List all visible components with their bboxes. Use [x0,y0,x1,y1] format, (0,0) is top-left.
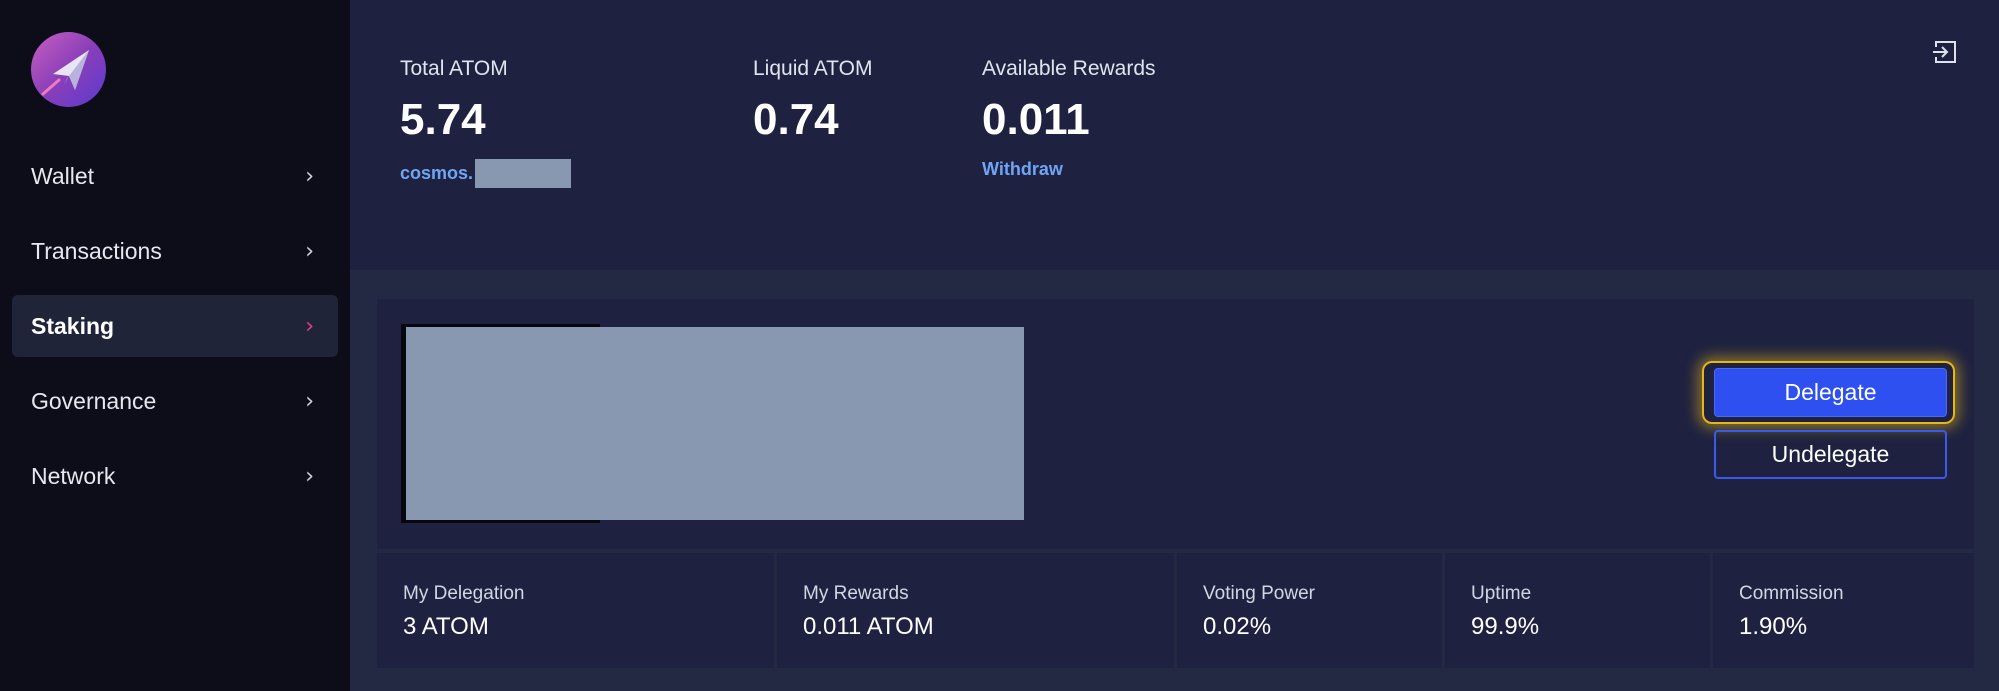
stat-title: My Rewards [803,583,909,604]
stat-card-voting-power: Voting Power 0.02% [1177,553,1442,668]
stat-card-uptime: Uptime 99.9% [1445,553,1710,668]
liquid-atom-stat: Liquid ATOM 0.74 [753,57,872,145]
sidebar: Wallet › Transactions › Staking › Govern… [0,0,350,691]
stat-card-my-rewards: My Rewards 0.011 ATOM [777,553,1174,668]
total-atom-value: 5.74 [400,95,486,144]
stat-title: Commission [1739,583,1844,604]
wallet-address[interactable]: cosmos. [400,159,572,188]
total-atom-title: Total ATOM [400,57,508,80]
undelegate-button[interactable]: Undelegate [1714,430,1947,479]
balance-summary: Total ATOM 5.74 cosmos. Liquid ATOM 0.74… [350,0,1999,270]
stat-card-commission: Commission 1.90% [1713,553,1974,668]
stat-value: 0.02% [1203,613,1272,640]
chevron-right-icon: › [305,313,314,339]
address-prefix: cosmos. [400,163,474,183]
available-rewards-title: Available Rewards [982,57,1156,80]
withdraw-link[interactable]: Withdraw [982,159,1156,180]
redacted-validator-info [406,327,1024,520]
stat-value: 1.90% [1739,613,1808,640]
sidebar-item-label: Wallet [31,162,95,189]
chevron-right-icon: › [305,463,314,489]
sidebar-item-governance[interactable]: Governance › [12,370,338,432]
sidebar-item-wallet[interactable]: Wallet › [12,145,338,207]
stat-card-my-delegation: My Delegation 3 ATOM [377,553,774,668]
stat-value: 99.9% [1471,613,1540,640]
sidebar-item-transactions[interactable]: Transactions › [12,220,338,282]
sidebar-item-label: Network [31,462,116,489]
app-logo-icon[interactable] [31,32,106,107]
sidebar-nav: Wallet › Transactions › Staking › Govern… [12,145,338,520]
stat-value: 0.011 ATOM [803,613,934,640]
available-rewards-value: 0.011 [982,95,1090,144]
stat-title: My Delegation [403,583,525,604]
sidebar-item-label: Staking [31,312,115,339]
chevron-right-icon: › [305,163,314,189]
liquid-atom-title: Liquid ATOM [753,57,873,80]
stat-title: Voting Power [1203,583,1315,604]
available-rewards-stat: Available Rewards 0.011 Withdraw [982,57,1156,180]
delegate-button[interactable]: Delegate [1714,368,1947,417]
liquid-atom-value: 0.74 [753,95,839,144]
total-atom-stat: Total ATOM 5.74 cosmos. [400,57,572,188]
redacted-address [475,159,572,188]
sign-out-icon[interactable] [1931,38,1959,66]
validator-panel: Delegate Undelegate [377,299,1974,549]
sidebar-item-label: Transactions [31,237,162,264]
sidebar-item-network[interactable]: Network › [12,445,338,507]
stat-title: Uptime [1471,583,1532,604]
chevron-right-icon: › [305,388,314,414]
chevron-right-icon: › [305,238,314,264]
sidebar-item-staking[interactable]: Staking › [12,295,338,357]
stat-value: 3 ATOM [403,613,489,640]
sidebar-item-label: Governance [31,387,157,414]
